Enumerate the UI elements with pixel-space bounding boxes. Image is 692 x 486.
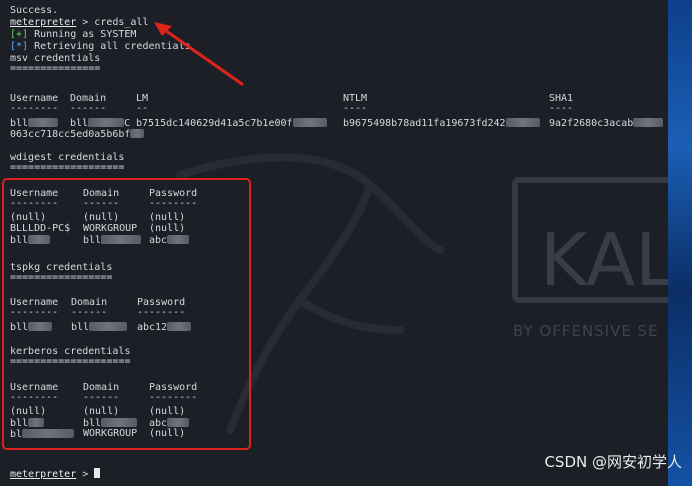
csdn-watermark: CSDN @网安初学人	[544, 453, 682, 471]
success-line: Success.	[10, 5, 59, 16]
command-line: meterpreter > creds_all	[10, 17, 149, 28]
command-text: creds_all	[94, 17, 149, 28]
annotation-highlight-box	[2, 178, 251, 450]
red-arrow-icon	[154, 22, 244, 86]
msv-underline: ===============	[10, 63, 101, 74]
msv-sha1-continuation: 063cc718cc5ed0a5b6bf	[10, 129, 145, 141]
prompt-label: meterpreter	[10, 17, 77, 28]
msv-header-underline: -------- ------ -- ---- ----	[10, 103, 574, 114]
final-prompt-line[interactable]: meterpreter >	[10, 468, 101, 481]
text-cursor	[94, 468, 101, 478]
status-running: [+] Running as SYSTEM	[10, 29, 137, 40]
prompt-label: meterpreter	[10, 469, 77, 480]
wdigest-underline: ===================	[10, 162, 125, 173]
